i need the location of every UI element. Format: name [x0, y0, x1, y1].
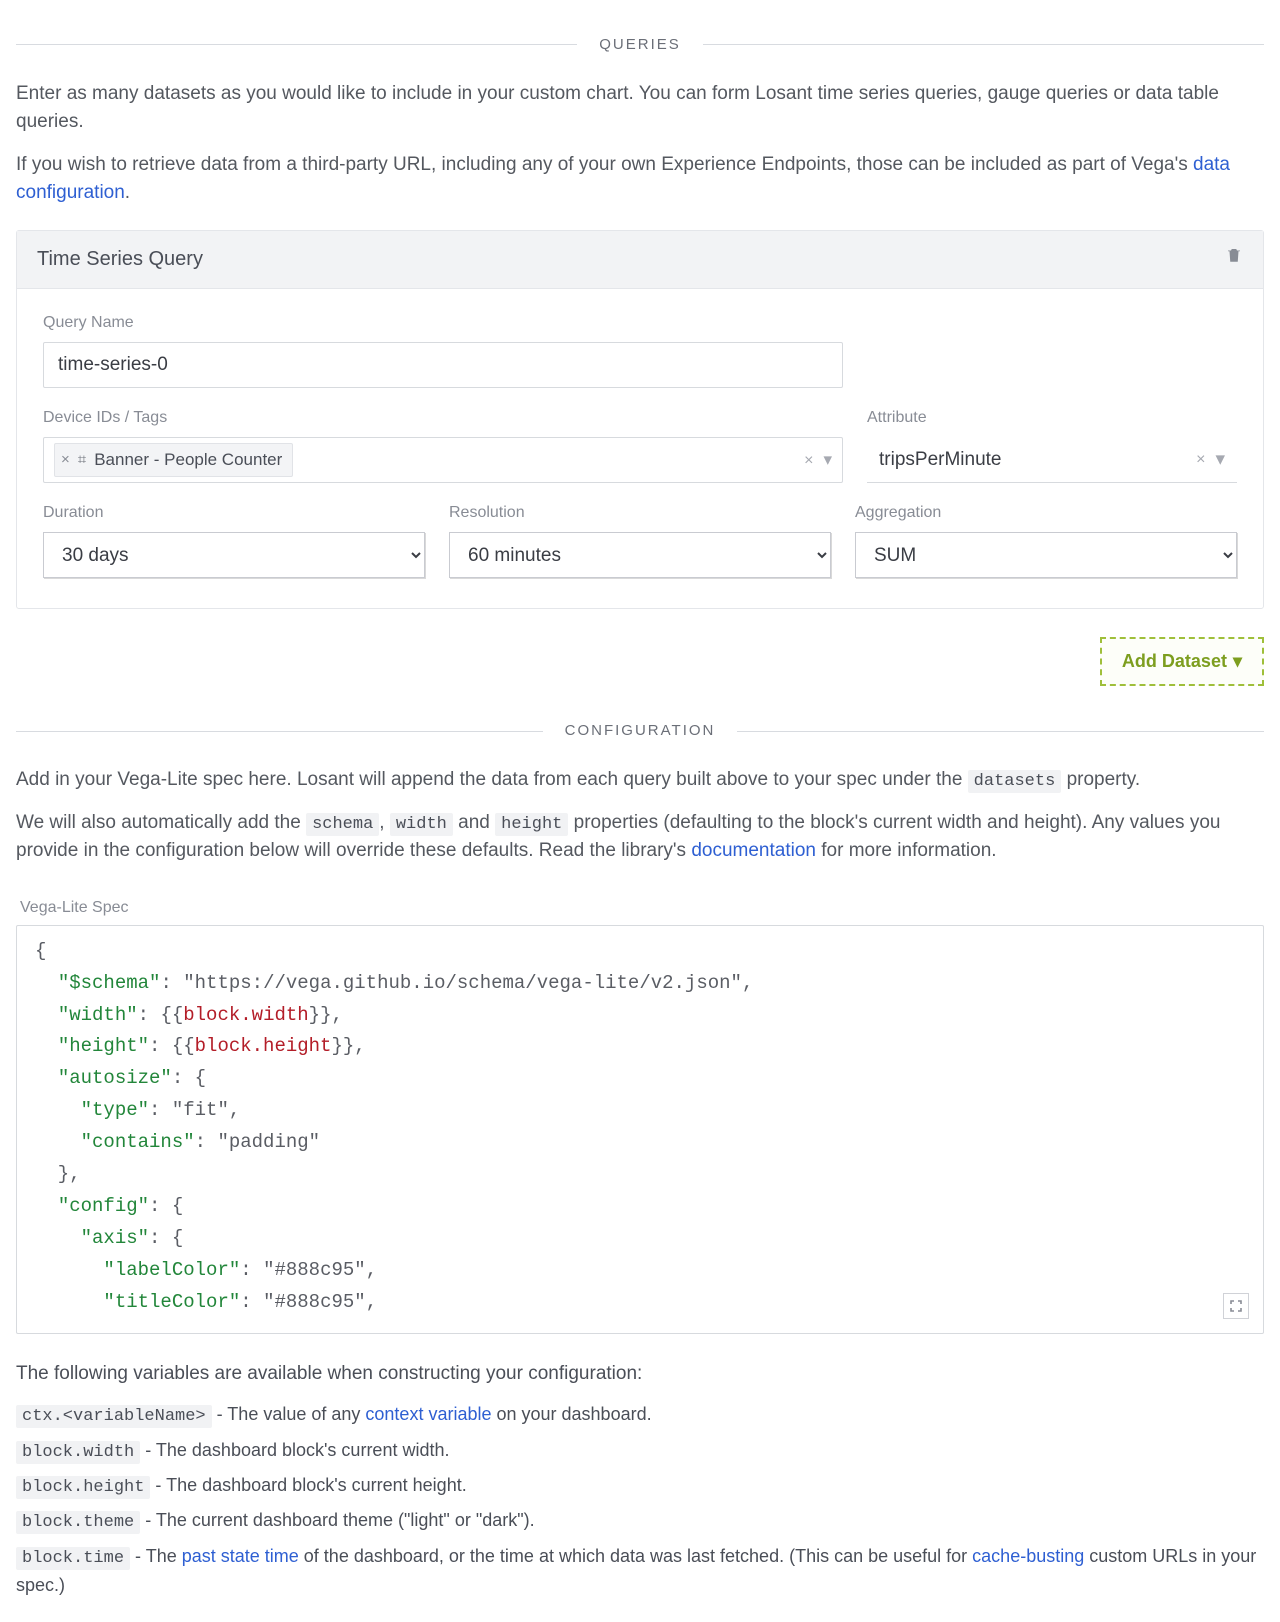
device-ids-select[interactable]: × ⌗ Banner - People Counter × ▾: [43, 437, 843, 483]
code-datasets: datasets: [968, 770, 1062, 793]
chevron-down-icon[interactable]: ▾: [1215, 446, 1225, 474]
panel-title: Time Series Query: [37, 245, 203, 274]
device-chip-label: Banner - People Counter: [94, 448, 282, 473]
variable-code: ctx.<variableName>: [16, 1405, 212, 1428]
queries-section-title: QUERIES: [577, 34, 703, 56]
code-width: width: [390, 813, 453, 836]
panel-header: Time Series Query: [17, 231, 1263, 289]
code-height: height: [495, 813, 568, 836]
code-schema: schema: [306, 813, 379, 836]
variable-code: block.height: [16, 1476, 150, 1499]
attribute-label: Attribute: [867, 406, 1237, 429]
device-icon: ⌗: [78, 449, 86, 471]
query-name-input[interactable]: [43, 342, 843, 388]
attribute-value: tripsPerMinute: [879, 446, 1002, 474]
trash-icon[interactable]: [1225, 245, 1243, 273]
aggregation-select[interactable]: SUM: [855, 532, 1237, 578]
time-series-query-panel: Time Series Query Query Name Device IDs …: [16, 230, 1264, 610]
resolution-select[interactable]: 60 minutes: [449, 532, 831, 578]
code-content[interactable]: { "$schema": "https://vega.github.io/sch…: [17, 926, 1263, 1333]
variable-link[interactable]: cache-busting: [972, 1546, 1084, 1566]
add-dataset-button[interactable]: Add Dataset ▾: [1100, 637, 1264, 686]
device-ids-label: Device IDs / Tags: [43, 406, 843, 429]
variable-code: block.width: [16, 1441, 140, 1464]
variable-line: ctx.<variableName> - The value of any co…: [16, 1401, 1264, 1430]
variable-link[interactable]: past state time: [182, 1546, 299, 1566]
configuration-section-title: CONFIGURATION: [543, 720, 738, 742]
query-name-label: Query Name: [43, 311, 843, 334]
configuration-section-divider: CONFIGURATION: [16, 720, 1264, 742]
chevron-down-icon[interactable]: ▾: [823, 448, 832, 473]
duration-select[interactable]: 30 days: [43, 532, 425, 578]
documentation-link[interactable]: documentation: [691, 840, 816, 861]
remove-chip-icon[interactable]: ×: [61, 449, 78, 471]
chevron-down-icon: ▾: [1233, 651, 1242, 672]
queries-intro-p1: Enter as many datasets as you would like…: [16, 80, 1264, 137]
config-intro-p2: We will also automatically add the schem…: [16, 809, 1264, 866]
variables-intro: The following variables are available wh…: [16, 1360, 1264, 1388]
clear-attribute-icon[interactable]: ×: [1196, 448, 1205, 471]
queries-section-divider: QUERIES: [16, 34, 1264, 56]
vega-lite-spec-label: Vega-Lite Spec: [20, 896, 1264, 919]
variable-line: block.height - The dashboard block's cur…: [16, 1472, 1264, 1501]
clear-device-icon[interactable]: ×: [804, 449, 813, 472]
expand-icon[interactable]: [1223, 1293, 1249, 1319]
vega-lite-spec-editor[interactable]: { "$schema": "https://vega.github.io/sch…: [16, 925, 1264, 1334]
variable-code: block.theme: [16, 1511, 140, 1534]
variable-line: block.theme - The current dashboard them…: [16, 1507, 1264, 1536]
device-chip: × ⌗ Banner - People Counter: [54, 443, 293, 478]
duration-label: Duration: [43, 501, 425, 524]
variable-line: block.time - The past state time of the …: [16, 1543, 1264, 1600]
variable-code: block.time: [16, 1547, 130, 1570]
queries-intro-p2: If you wish to retrieve data from a thir…: [16, 151, 1264, 208]
resolution-label: Resolution: [449, 501, 831, 524]
variable-link[interactable]: context variable: [365, 1404, 491, 1424]
variable-line: block.width - The dashboard block's curr…: [16, 1437, 1264, 1466]
config-intro-p1: Add in your Vega-Lite spec here. Losant …: [16, 766, 1264, 795]
aggregation-label: Aggregation: [855, 501, 1237, 524]
attribute-select[interactable]: tripsPerMinute × ▾: [867, 437, 1237, 483]
